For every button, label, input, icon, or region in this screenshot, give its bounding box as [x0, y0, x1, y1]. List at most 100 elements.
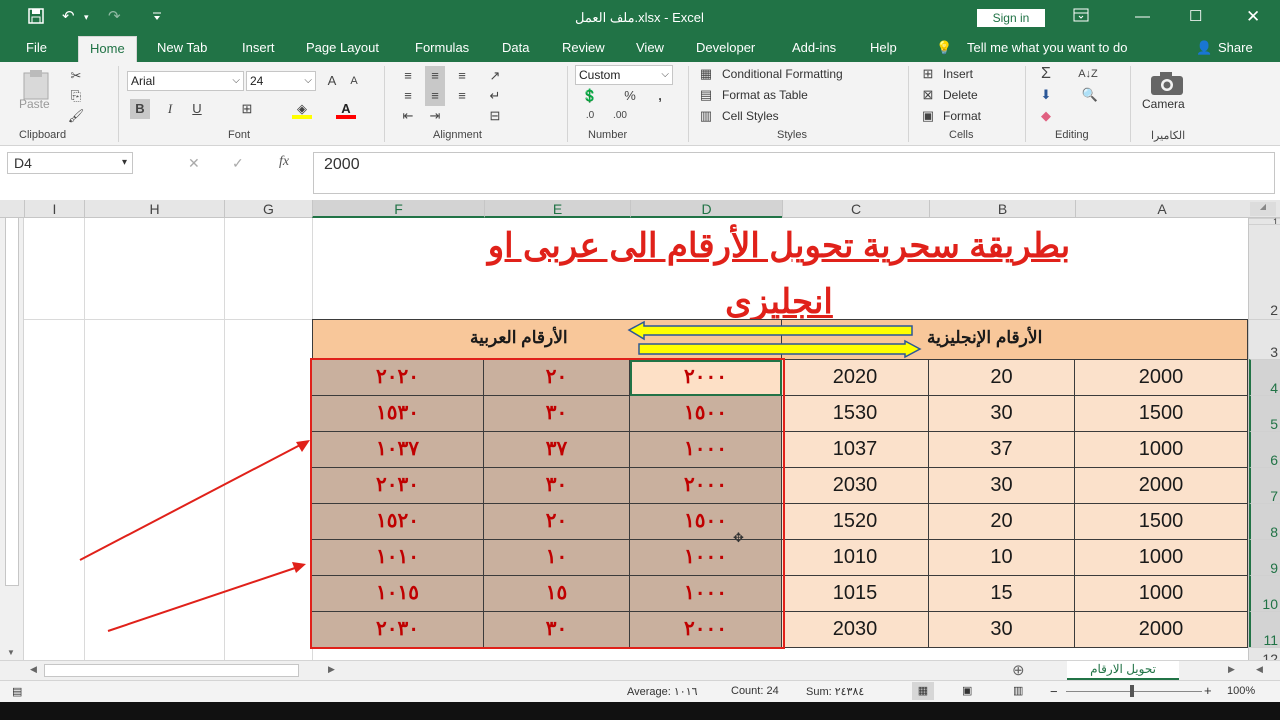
- increase-indent-icon[interactable]: ⇥: [425, 106, 445, 126]
- cell-b7[interactable]: 30: [929, 468, 1075, 504]
- borders-icon[interactable]: ⊞: [237, 99, 257, 119]
- cell-c10[interactable]: 1015: [782, 576, 929, 612]
- sort-filter-icon[interactable]: A↓Z: [1078, 64, 1098, 84]
- italic-button[interactable]: I: [160, 99, 180, 119]
- cell-b8[interactable]: 20: [929, 504, 1075, 540]
- align-top-icon[interactable]: ≡: [398, 66, 418, 86]
- cell-a4[interactable]: 2000: [1075, 360, 1248, 396]
- row-header-4[interactable]: 4: [1249, 359, 1280, 396]
- tell-me-search[interactable]: Tell me what you want to do: [967, 36, 1127, 62]
- format-as-table-icon[interactable]: ▤: [696, 85, 716, 105]
- cell-c9[interactable]: 1010: [782, 540, 929, 576]
- cell-a11[interactable]: 2000: [1075, 612, 1248, 648]
- minimize-icon[interactable]: —: [1135, 8, 1150, 26]
- tab-help[interactable]: Help: [870, 36, 897, 62]
- increase-font-icon[interactable]: A: [322, 71, 342, 91]
- tab-home[interactable]: Home: [78, 36, 137, 62]
- insert-cells-button[interactable]: Insert: [943, 67, 973, 81]
- row-header-12[interactable]: 12: [1249, 647, 1280, 667]
- zoom-slider-thumb[interactable]: [1130, 685, 1134, 697]
- cell-a5[interactable]: 1500: [1075, 396, 1248, 432]
- row-header-6[interactable]: 6: [1249, 431, 1280, 468]
- share-icon[interactable]: 👤: [1196, 36, 1212, 62]
- tab-view[interactable]: View: [636, 36, 664, 62]
- cell-b4[interactable]: 20: [929, 360, 1075, 396]
- number-format-dropdown[interactable]: Custom ⌵: [575, 65, 673, 85]
- cell-b6[interactable]: 37: [929, 432, 1075, 468]
- decrease-font-icon[interactable]: A: [344, 71, 364, 91]
- page-break-view-icon[interactable]: ▥: [1013, 684, 1023, 697]
- tab-page-layout[interactable]: Page Layout: [306, 36, 379, 62]
- insert-cells-icon[interactable]: ⊞: [918, 64, 938, 84]
- cell-c6[interactable]: 1037: [782, 432, 929, 468]
- enter-icon[interactable]: ✓: [232, 155, 244, 172]
- sheet-nav-left-icon[interactable]: ◀: [1256, 664, 1263, 675]
- align-right-icon[interactable]: ≡: [452, 86, 472, 106]
- cell-c8[interactable]: 1520: [782, 504, 929, 540]
- cell-c7[interactable]: 2030: [782, 468, 929, 504]
- insert-function-button[interactable]: fx: [279, 154, 289, 170]
- row-header-10[interactable]: 10: [1249, 575, 1280, 612]
- zoom-in-icon[interactable]: +: [1204, 683, 1212, 698]
- clear-icon[interactable]: ◆: [1036, 106, 1056, 126]
- paste-button[interactable]: Paste: [19, 97, 50, 111]
- horizontal-scroll-thumb[interactable]: [44, 664, 299, 677]
- autosum-icon[interactable]: Σ: [1036, 64, 1056, 84]
- quick-access-menu-icon[interactable]: [152, 8, 162, 26]
- row-header-9[interactable]: 9: [1249, 539, 1280, 576]
- font-color-icon[interactable]: A: [336, 99, 356, 119]
- close-icon[interactable]: ✕: [1246, 8, 1260, 26]
- tab-review[interactable]: Review: [562, 36, 605, 62]
- tab-data[interactable]: Data: [502, 36, 529, 62]
- cancel-icon[interactable]: ✕: [188, 155, 200, 172]
- align-middle-icon[interactable]: ≡: [425, 66, 445, 86]
- sheet-nav-right-icon[interactable]: ▶: [1228, 664, 1235, 675]
- save-icon[interactable]: [28, 8, 44, 29]
- vertical-scrollbar[interactable]: ▲ ▼: [0, 200, 24, 660]
- cell-a6[interactable]: 1000: [1075, 432, 1248, 468]
- zoom-out-icon[interactable]: −: [1050, 684, 1058, 699]
- cell-c11[interactable]: 2030: [782, 612, 929, 648]
- cell-b5[interactable]: 30: [929, 396, 1075, 432]
- camera-button[interactable]: Camera: [1142, 97, 1185, 111]
- row-header-8[interactable]: 8: [1249, 503, 1280, 540]
- column-header-d[interactable]: D: [630, 200, 782, 218]
- zoom-level[interactable]: 100%: [1227, 685, 1255, 697]
- column-header-h[interactable]: H: [84, 200, 224, 218]
- format-cells-icon[interactable]: ▣: [918, 106, 938, 126]
- select-all-corner[interactable]: ◢: [1250, 202, 1276, 216]
- fill-icon[interactable]: ⬇: [1036, 85, 1056, 105]
- formula-input[interactable]: 2000: [313, 152, 1275, 194]
- conditional-formatting-button[interactable]: Conditional Formatting: [722, 67, 843, 81]
- normal-view-icon[interactable]: ▦: [912, 682, 934, 700]
- underline-button[interactable]: U: [187, 99, 207, 119]
- scroll-down-icon[interactable]: ▼: [7, 648, 15, 657]
- tab-new-tab[interactable]: New Tab: [157, 36, 207, 62]
- sign-in-button[interactable]: Sign in: [977, 9, 1045, 27]
- new-sheet-icon[interactable]: ⊕: [1012, 661, 1025, 679]
- column-header-e[interactable]: E: [484, 200, 630, 218]
- conditional-formatting-icon[interactable]: ▦: [696, 64, 716, 84]
- page-layout-view-icon[interactable]: ▣: [962, 684, 972, 697]
- macro-record-icon[interactable]: ▤: [12, 685, 22, 698]
- camera-icon[interactable]: [1149, 70, 1185, 99]
- column-header-g[interactable]: G: [224, 200, 312, 218]
- undo-icon[interactable]: ↶: [62, 8, 75, 26]
- active-cell[interactable]: [630, 360, 782, 396]
- cell-a7[interactable]: 2000: [1075, 468, 1248, 504]
- cell-b9[interactable]: 10: [929, 540, 1075, 576]
- column-header-b[interactable]: B: [929, 200, 1075, 218]
- font-size-dropdown[interactable]: 24 ⌵: [246, 71, 316, 91]
- column-header-c[interactable]: C: [782, 200, 929, 218]
- tab-developer[interactable]: Developer: [696, 36, 755, 62]
- tab-insert[interactable]: Insert: [242, 36, 275, 62]
- cell-b10[interactable]: 15: [929, 576, 1075, 612]
- cell-a9[interactable]: 1000: [1075, 540, 1248, 576]
- undo-dropdown-icon[interactable]: ▾: [84, 8, 89, 26]
- fill-color-icon[interactable]: ◈: [292, 99, 312, 119]
- percent-button[interactable]: %: [620, 86, 640, 106]
- bold-button[interactable]: B: [130, 99, 150, 119]
- row-header-3[interactable]: 3: [1249, 319, 1280, 360]
- cell-a10[interactable]: 1000: [1075, 576, 1248, 612]
- decrease-indent-icon[interactable]: ⇤: [398, 106, 418, 126]
